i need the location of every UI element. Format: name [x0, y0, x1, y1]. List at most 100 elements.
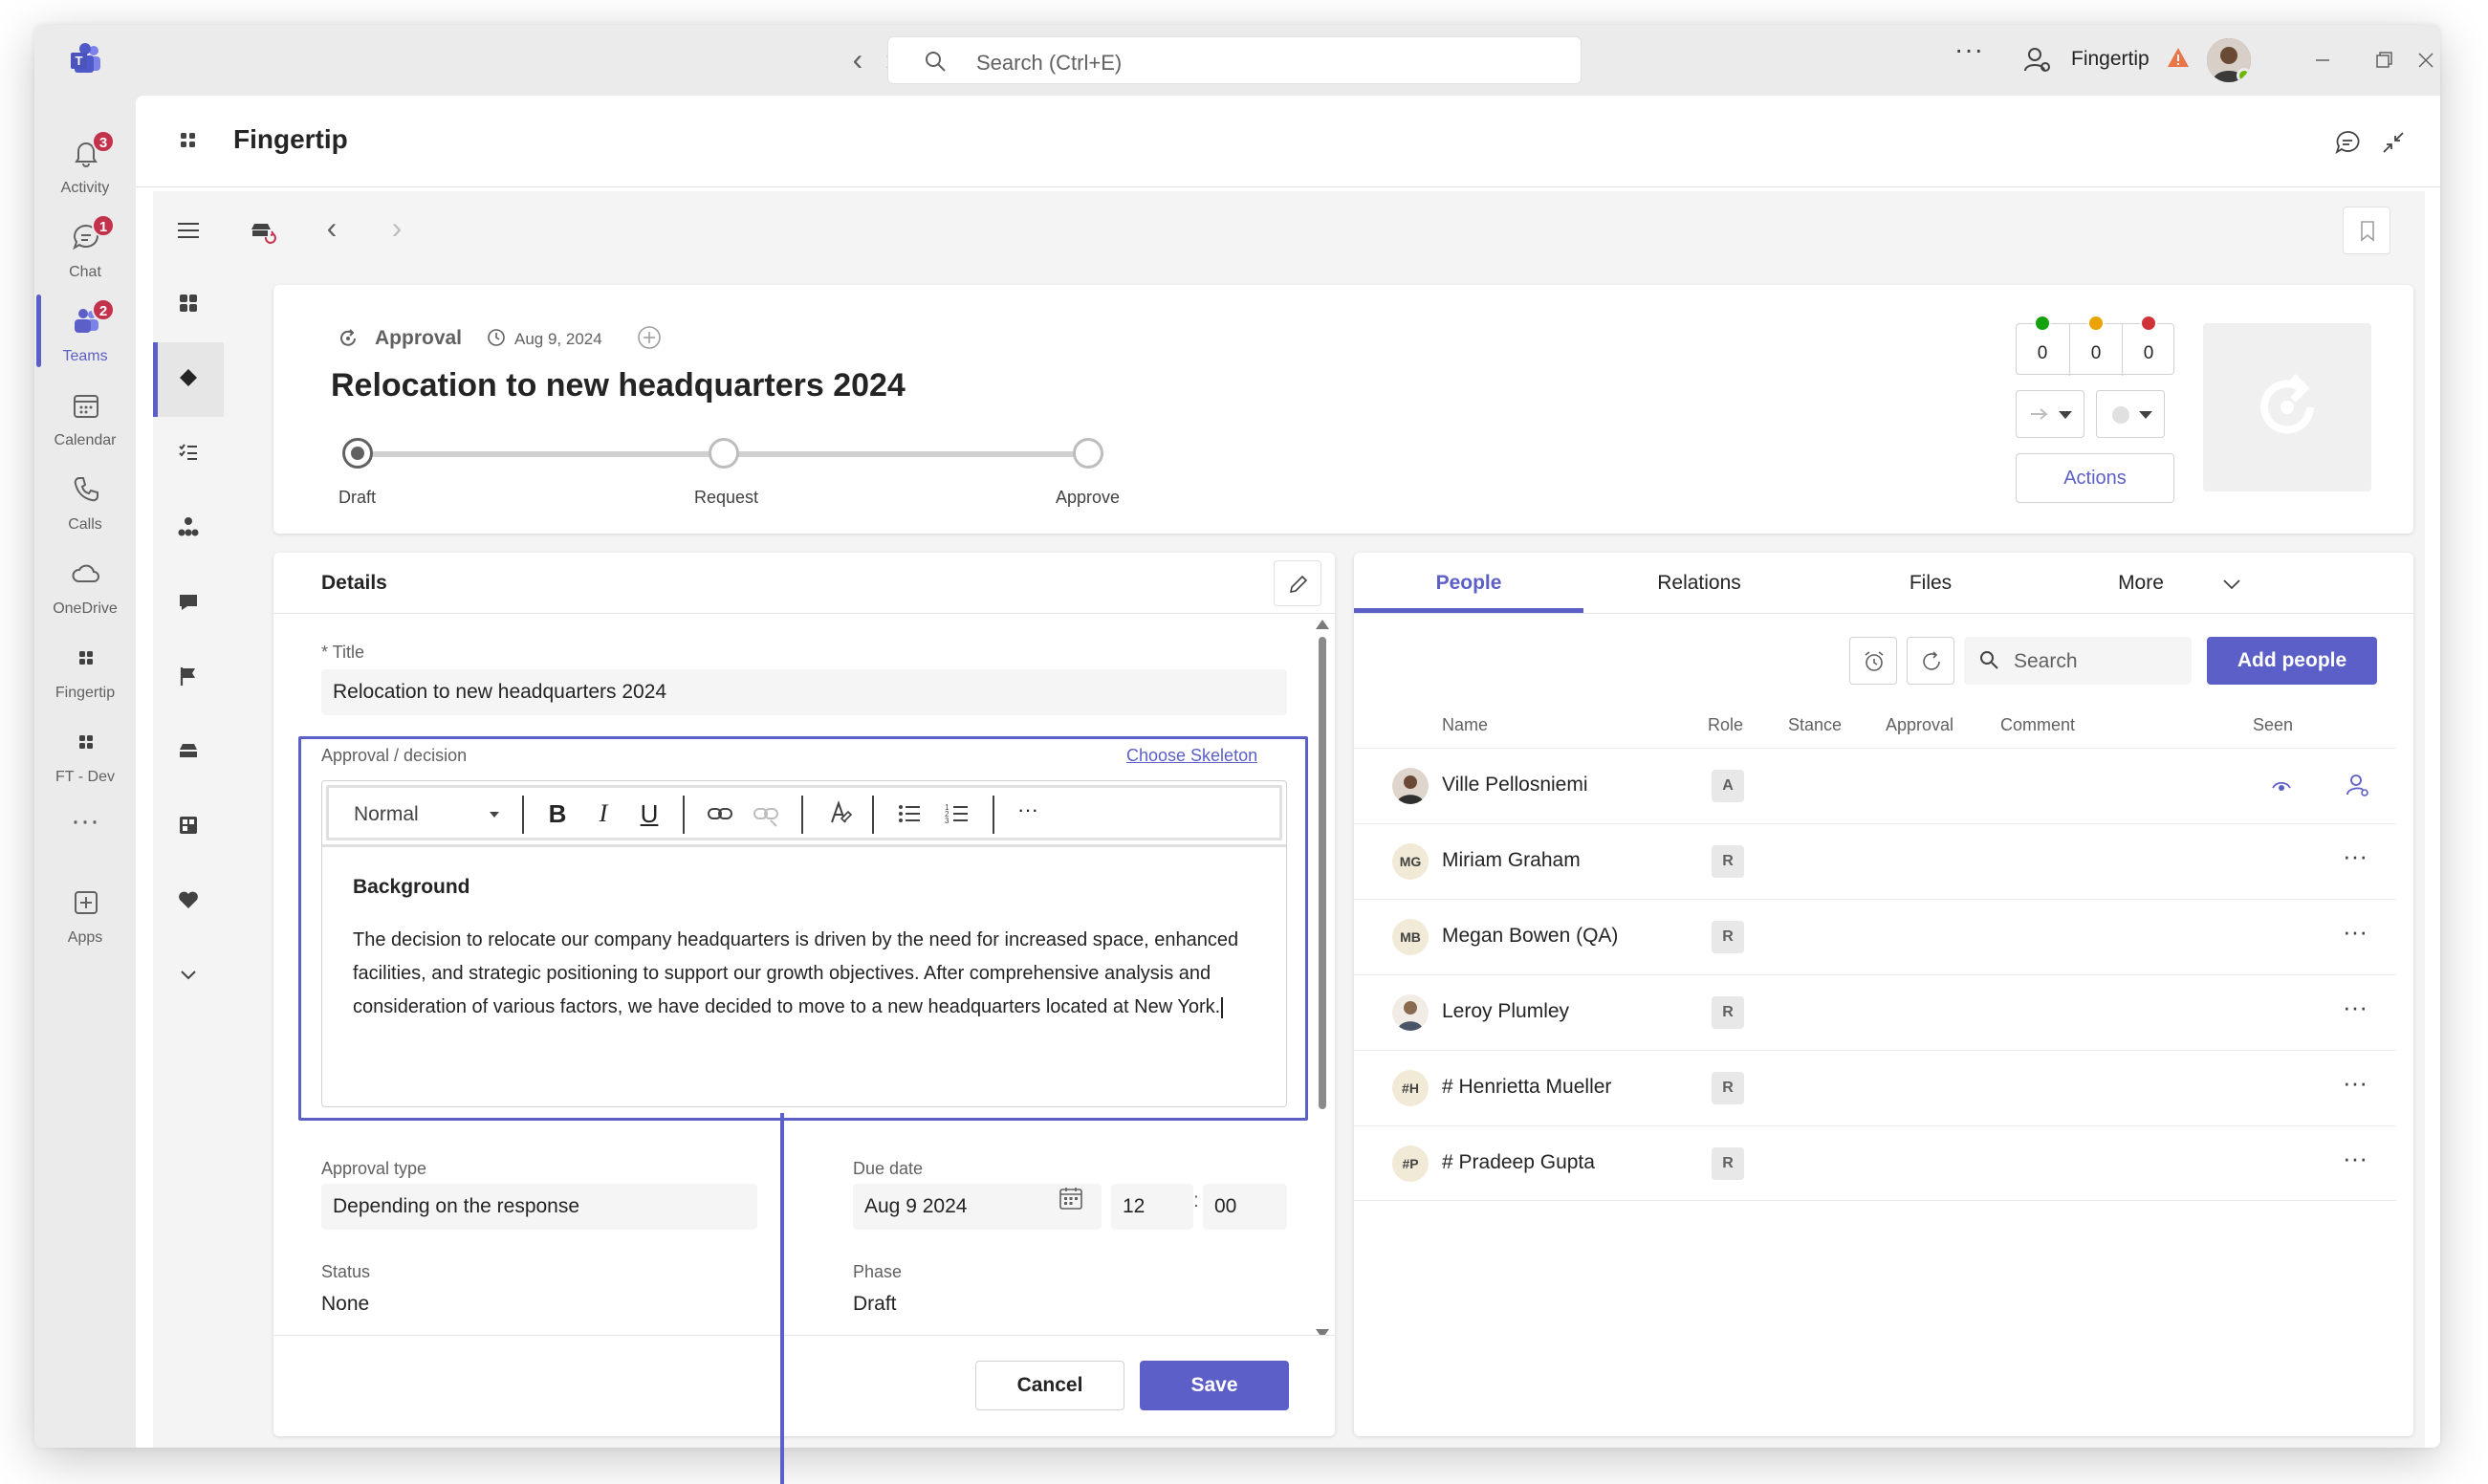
numbered-list-icon[interactable]: 123 [941, 797, 973, 830]
rail-item-apps[interactable]: Apps [34, 880, 136, 962]
person-name[interactable]: Miriam Graham [1442, 849, 1581, 872]
column-header-name[interactable]: Name [1442, 715, 1488, 735]
paragraph-style-select[interactable]: Normal [354, 803, 419, 826]
rejected-counter[interactable]: 0 [2123, 315, 2174, 376]
row-more-icon[interactable]: ··· [2343, 1068, 2368, 1098]
choose-skeleton-link[interactable]: Choose Skeleton [1126, 746, 1257, 766]
cancel-button[interactable]: Cancel [975, 1361, 1124, 1410]
unlink-icon[interactable] [750, 797, 782, 830]
row-more-icon[interactable]: ··· [2343, 917, 2368, 947]
org-switch-icon[interactable] [2021, 44, 2052, 75]
warning-icon[interactable] [2167, 46, 2190, 69]
phase-step-draft[interactable] [342, 438, 373, 469]
due-minute-input[interactable]: 00 [1203, 1184, 1287, 1230]
table-row[interactable]: #H # Henrietta Mueller R ··· [1354, 1050, 2396, 1125]
table-row[interactable]: Leroy Plumley R ··· [1354, 974, 2396, 1050]
row-more-icon[interactable]: ··· [2343, 993, 2368, 1022]
person-name[interactable]: # Pradeep Gupta [1442, 1151, 1595, 1174]
nav-boards[interactable] [153, 790, 224, 864]
italic-icon[interactable]: I [587, 797, 620, 830]
table-row[interactable]: MB Megan Bowen (QA) R ··· [1354, 899, 2396, 974]
column-header-comment[interactable]: Comment [2000, 715, 2075, 735]
restore-icon[interactable] [2368, 44, 2400, 76]
back-arrow-icon[interactable]: ‹ [843, 44, 872, 75]
reminder-button[interactable] [1849, 637, 1897, 685]
nav-goals[interactable] [153, 641, 224, 715]
nav-favorites[interactable] [153, 864, 224, 939]
add-people-button[interactable]: Add people [2207, 637, 2377, 685]
table-row[interactable]: MG Miriam Graham R ··· [1354, 823, 2396, 899]
nav-dashboard[interactable] [153, 268, 224, 342]
hamburger-menu-icon[interactable] [174, 216, 203, 245]
content-back-icon[interactable]: ‹ [317, 212, 346, 243]
details-scrollbar[interactable] [1316, 620, 1329, 1346]
add-circle-icon[interactable] [635, 323, 664, 352]
column-header-seen[interactable]: Seen [2253, 715, 2293, 735]
people-search-input[interactable]: Search [1964, 637, 2192, 685]
row-more-icon[interactable]: ··· [2343, 1144, 2368, 1173]
rail-item-teams[interactable]: 2 Teams [34, 295, 136, 381]
column-header-approval[interactable]: Approval [1886, 715, 1953, 735]
calendar-icon[interactable] [1058, 1185, 1084, 1211]
minimize-icon[interactable] [2306, 44, 2339, 76]
tab-people[interactable]: People [1354, 572, 1583, 595]
scroll-up-icon[interactable] [1316, 620, 1329, 629]
nav-meetings[interactable] [153, 566, 224, 641]
table-row[interactable]: #P # Pradeep Gupta R ··· [1354, 1125, 2396, 1201]
status-dropdown[interactable] [2096, 390, 2165, 438]
actions-button[interactable]: Actions [2016, 453, 2174, 503]
nav-workspaces[interactable] [153, 715, 224, 790]
person-settings-icon[interactable] [2345, 772, 2371, 798]
bold-icon[interactable]: B [541, 797, 574, 830]
user-avatar[interactable] [2207, 38, 2251, 82]
nav-decisions[interactable] [153, 342, 224, 417]
clear-format-icon[interactable] [822, 797, 855, 830]
move-phase-dropdown[interactable] [2016, 390, 2084, 438]
collapse-icon[interactable] [2379, 128, 2408, 157]
chat-bubble-icon[interactable] [2333, 128, 2362, 157]
bookmark-button[interactable] [2343, 207, 2390, 254]
row-more-icon[interactable]: ··· [2343, 841, 2368, 871]
column-header-role[interactable]: Role [1708, 715, 1743, 735]
tab-more[interactable]: More [2069, 572, 2213, 595]
phase-step-approve[interactable] [1073, 438, 1103, 469]
bullet-list-icon[interactable] [893, 797, 926, 830]
phase-step-request[interactable] [709, 438, 739, 469]
scroll-thumb[interactable] [1319, 637, 1326, 1109]
workspace-switch-icon[interactable] [249, 216, 277, 245]
pending-counter[interactable]: 0 [2070, 315, 2122, 376]
table-row[interactable]: Ville Pellosniemi A [1354, 748, 2396, 823]
global-search-input[interactable]: Search (Ctrl+E) [887, 36, 1582, 84]
close-window-icon[interactable] [2410, 44, 2440, 76]
person-name[interactable]: Leroy Plumley [1442, 1000, 1569, 1023]
nav-organization[interactable] [153, 491, 224, 566]
rail-item-activity[interactable]: 3 Activity [34, 130, 136, 212]
underline-icon[interactable]: U [633, 797, 666, 830]
refresh-button[interactable] [1907, 637, 1954, 685]
tab-files[interactable]: Files [1815, 572, 2046, 595]
rail-item-calls[interactable]: Calls [34, 467, 136, 549]
approved-counter[interactable]: 0 [2017, 315, 2068, 376]
more-format-icon[interactable]: ··· [1012, 797, 1044, 830]
title-input[interactable]: Relocation to new headquarters 2024 [321, 669, 1287, 715]
nav-expand[interactable] [153, 939, 224, 1014]
rail-item-onedrive[interactable]: OneDrive [34, 551, 136, 633]
link-icon[interactable] [704, 797, 736, 830]
tab-relations[interactable]: Relations [1583, 572, 1815, 595]
person-name[interactable]: Megan Bowen (QA) [1442, 925, 1618, 948]
more-apps-icon[interactable]: ··· [34, 805, 136, 838]
rich-text-editor[interactable]: Normal B I U 123 ··· Background The deci… [321, 780, 1287, 1107]
due-hour-input[interactable]: 12 [1111, 1184, 1193, 1230]
rail-item-chat[interactable]: 1 Chat [34, 214, 136, 296]
rail-item-calendar[interactable]: Calendar [34, 382, 136, 465]
content-forward-icon[interactable]: › [382, 212, 411, 243]
edit-button[interactable] [1274, 560, 1321, 606]
chevron-down-icon[interactable] [2219, 572, 2244, 597]
column-header-stance[interactable]: Stance [1788, 715, 1842, 735]
save-button[interactable]: Save [1140, 1361, 1289, 1410]
person-name[interactable]: # Henrietta Mueller [1442, 1076, 1611, 1099]
nav-tasks[interactable] [153, 417, 224, 491]
more-options-icon[interactable]: ··· [1954, 34, 1984, 65]
editor-body[interactable]: Background The decision to relocate our … [322, 844, 1286, 1106]
rail-item-ft-dev[interactable]: FT - Dev [34, 719, 136, 801]
